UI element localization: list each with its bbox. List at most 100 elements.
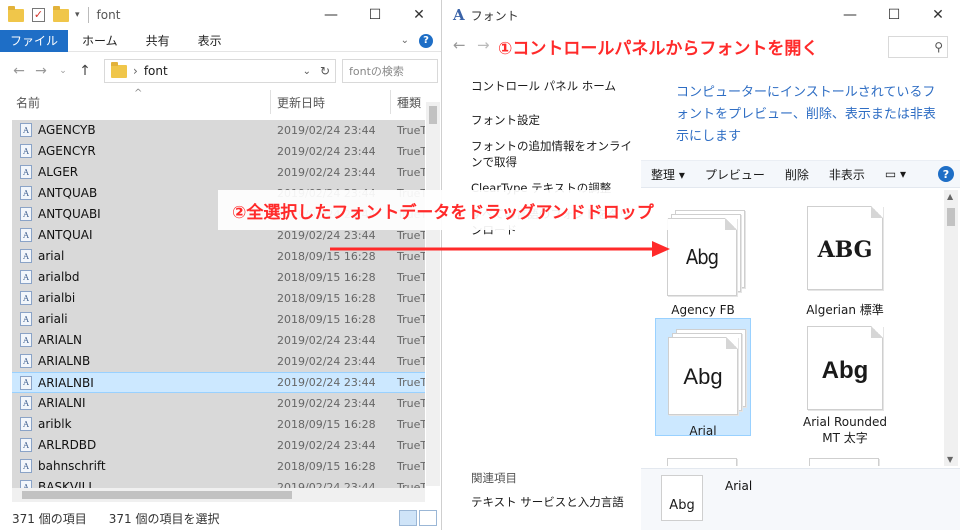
help-icon[interactable]: ?: [938, 166, 954, 182]
ribbon-tabs: ファイル ホーム 共有 表示 ⌄ ?: [0, 29, 441, 52]
font-file-icon: A: [20, 291, 32, 305]
fonts-titlebar[interactable]: A フォント — ☐ ✕: [443, 0, 960, 30]
grid-scrollbar[interactable]: ▲ ▼: [944, 190, 958, 466]
file-type: TrueT: [397, 333, 425, 347]
file-date: 2019/02/24 23:44: [277, 144, 376, 158]
hide-button[interactable]: 非表示: [819, 166, 875, 183]
organize-button[interactable]: 整理 ▾: [641, 166, 695, 183]
file-type: TrueT: [397, 354, 425, 368]
online-info-link[interactable]: フォントの追加情報をオンラインで取得: [471, 138, 641, 170]
recent-dropdown-icon[interactable]: ⌄: [52, 66, 74, 76]
forward-arrow-icon[interactable]: →: [30, 63, 52, 79]
file-name: ANTQUAB: [38, 186, 98, 200]
search-input[interactable]: ⚲: [888, 36, 948, 58]
file-row[interactable]: A AGENCYR 2019/02/24 23:44 TrueT: [12, 141, 425, 162]
file-row[interactable]: Abahnschrift 2018/09/15 16:28 TrueT: [12, 456, 425, 477]
breadcrumb-chevron-icon: ›: [133, 64, 138, 78]
column-type[interactable]: 種類: [397, 94, 421, 111]
vertical-scrollbar[interactable]: [426, 102, 440, 486]
font-tile[interactable]: Abg Arial Rounded MT 太字: [797, 318, 893, 445]
file-row[interactable]: Aariblk 2018/09/15 16:28 TrueT: [12, 414, 425, 435]
tab-share[interactable]: 共有: [132, 32, 184, 49]
scroll-thumb[interactable]: [22, 491, 292, 499]
font-tile[interactable]: ABG Algerian 標準: [797, 198, 893, 317]
file-row[interactable]: A AGENCYB 2019/02/24 23:44 TrueT: [12, 120, 425, 141]
file-row[interactable]: A ALGER 2019/02/24 23:44 TrueT: [12, 162, 425, 183]
file-date: 2018/09/15 16:28: [277, 459, 376, 473]
file-name: ariali: [38, 312, 68, 326]
font-file-icon: A: [20, 312, 32, 326]
tab-view[interactable]: 表示: [184, 32, 236, 49]
refresh-icon[interactable]: ↻: [320, 64, 330, 78]
font-grid[interactable]: Abg Agency FB ABG Algerian 標準 Abg Arial …: [641, 190, 944, 466]
properties-icon[interactable]: ✓: [32, 8, 45, 22]
font-file-icon: A: [20, 165, 32, 179]
file-type: TrueT: [397, 438, 425, 452]
tab-home[interactable]: ホーム: [68, 32, 132, 49]
maximize-button[interactable]: ☐: [353, 0, 397, 30]
maximize-button[interactable]: ☐: [872, 0, 916, 30]
column-divider[interactable]: [390, 90, 391, 114]
cp-home-link[interactable]: コントロール パネル ホーム: [471, 78, 641, 94]
file-type: TrueT: [397, 123, 425, 137]
file-row[interactable]: A ARIALN 2019/02/24 23:44 TrueT: [12, 330, 425, 351]
file-row[interactable]: A ARIALNB 2019/02/24 23:44 TrueT: [12, 351, 425, 372]
font-file-icon: A: [20, 186, 32, 200]
file-name: ARIALNB: [38, 354, 91, 368]
font-settings-link[interactable]: フォント設定: [471, 112, 641, 128]
scroll-up-icon[interactable]: ▲: [947, 192, 953, 201]
explorer-titlebar[interactable]: ✓ ▾ font — ☐ ✕: [0, 0, 441, 30]
minimize-button[interactable]: —: [309, 0, 353, 30]
file-row[interactable]: Aariali 2018/09/15 16:28 TrueT: [12, 309, 425, 330]
file-row[interactable]: A ARLRDBD 2019/02/24 23:44 TrueT: [12, 435, 425, 456]
file-row[interactable]: A BASKVILL 2019/02/24 23:44 TrueT: [12, 477, 425, 488]
related-heading: 関連項目: [471, 471, 517, 485]
forward-arrow-icon[interactable]: →: [477, 36, 490, 54]
text-services-link[interactable]: テキスト サービスと入力言語: [471, 494, 624, 510]
scroll-down-icon[interactable]: ▼: [947, 455, 953, 464]
file-name: arialbi: [38, 291, 76, 305]
file-row[interactable]: Aarialbd 2018/09/15 16:28 TrueT: [12, 267, 425, 288]
scroll-thumb[interactable]: [429, 106, 437, 124]
file-name: ANTQUAI: [38, 228, 93, 242]
intro-text: コンピューターにインストールされているフォントをプレビュー、削除、表示または非表…: [676, 85, 936, 144]
search-input[interactable]: fontの検索: [342, 59, 438, 83]
font-page: Abg: [668, 337, 738, 415]
file-row[interactable]: A ARIALNBI 2019/02/24 23:44 TrueT: [12, 372, 425, 393]
close-button[interactable]: ✕: [397, 0, 441, 30]
file-row[interactable]: Aarialbi 2018/09/15 16:28 TrueT: [12, 288, 425, 309]
details-view-icon[interactable]: [399, 510, 417, 526]
large-icons-view-icon[interactable]: [419, 510, 437, 526]
file-list[interactable]: A AGENCYB 2019/02/24 23:44 TrueT A AGENCYR 201…: [12, 120, 425, 488]
view-options-icon[interactable]: ▭ ▾: [875, 167, 916, 181]
back-arrow-icon[interactable]: ←: [453, 36, 466, 54]
file-date: 2019/02/24 23:44: [277, 438, 376, 452]
address-bar[interactable]: › font ⌄ ↻: [104, 59, 336, 83]
search-icon[interactable]: ⚲: [934, 40, 943, 54]
annotation-step2: ②全選択したフォントデータをドラッグアンドドロップ: [218, 190, 668, 230]
expand-ribbon-icon[interactable]: ⌄: [401, 35, 409, 46]
file-name: ALGER: [38, 165, 79, 179]
close-button[interactable]: ✕: [916, 0, 960, 30]
help-icon[interactable]: ?: [419, 33, 433, 48]
column-name[interactable]: 名前: [16, 94, 40, 111]
file-date: 2019/02/24 23:44: [277, 333, 376, 347]
column-date[interactable]: 更新日時: [277, 94, 325, 111]
minimize-button[interactable]: —: [828, 0, 872, 30]
new-folder-icon[interactable]: [53, 5, 69, 22]
quick-access-dropdown-icon[interactable]: ▾: [75, 10, 80, 20]
horizontal-scrollbar[interactable]: [12, 488, 425, 502]
preview-button[interactable]: プレビュー: [695, 166, 775, 183]
font-tile-selected[interactable]: Abg Arial: [655, 318, 751, 438]
delete-button[interactable]: 削除: [775, 166, 819, 183]
back-arrow-icon[interactable]: ←: [8, 63, 30, 79]
file-row[interactable]: A ARIALNI 2019/02/24 23:44 TrueT: [12, 393, 425, 414]
address-dropdown-icon[interactable]: ⌄: [303, 66, 311, 77]
scroll-thumb[interactable]: [947, 208, 955, 226]
column-divider[interactable]: [270, 90, 271, 114]
font-tile-label: Arial Rounded MT 太字: [803, 415, 887, 445]
tab-file[interactable]: ファイル: [0, 29, 69, 52]
up-arrow-icon[interactable]: ↑: [74, 63, 96, 79]
window-title: フォント: [470, 8, 519, 23]
file-type: TrueT: [397, 312, 425, 326]
